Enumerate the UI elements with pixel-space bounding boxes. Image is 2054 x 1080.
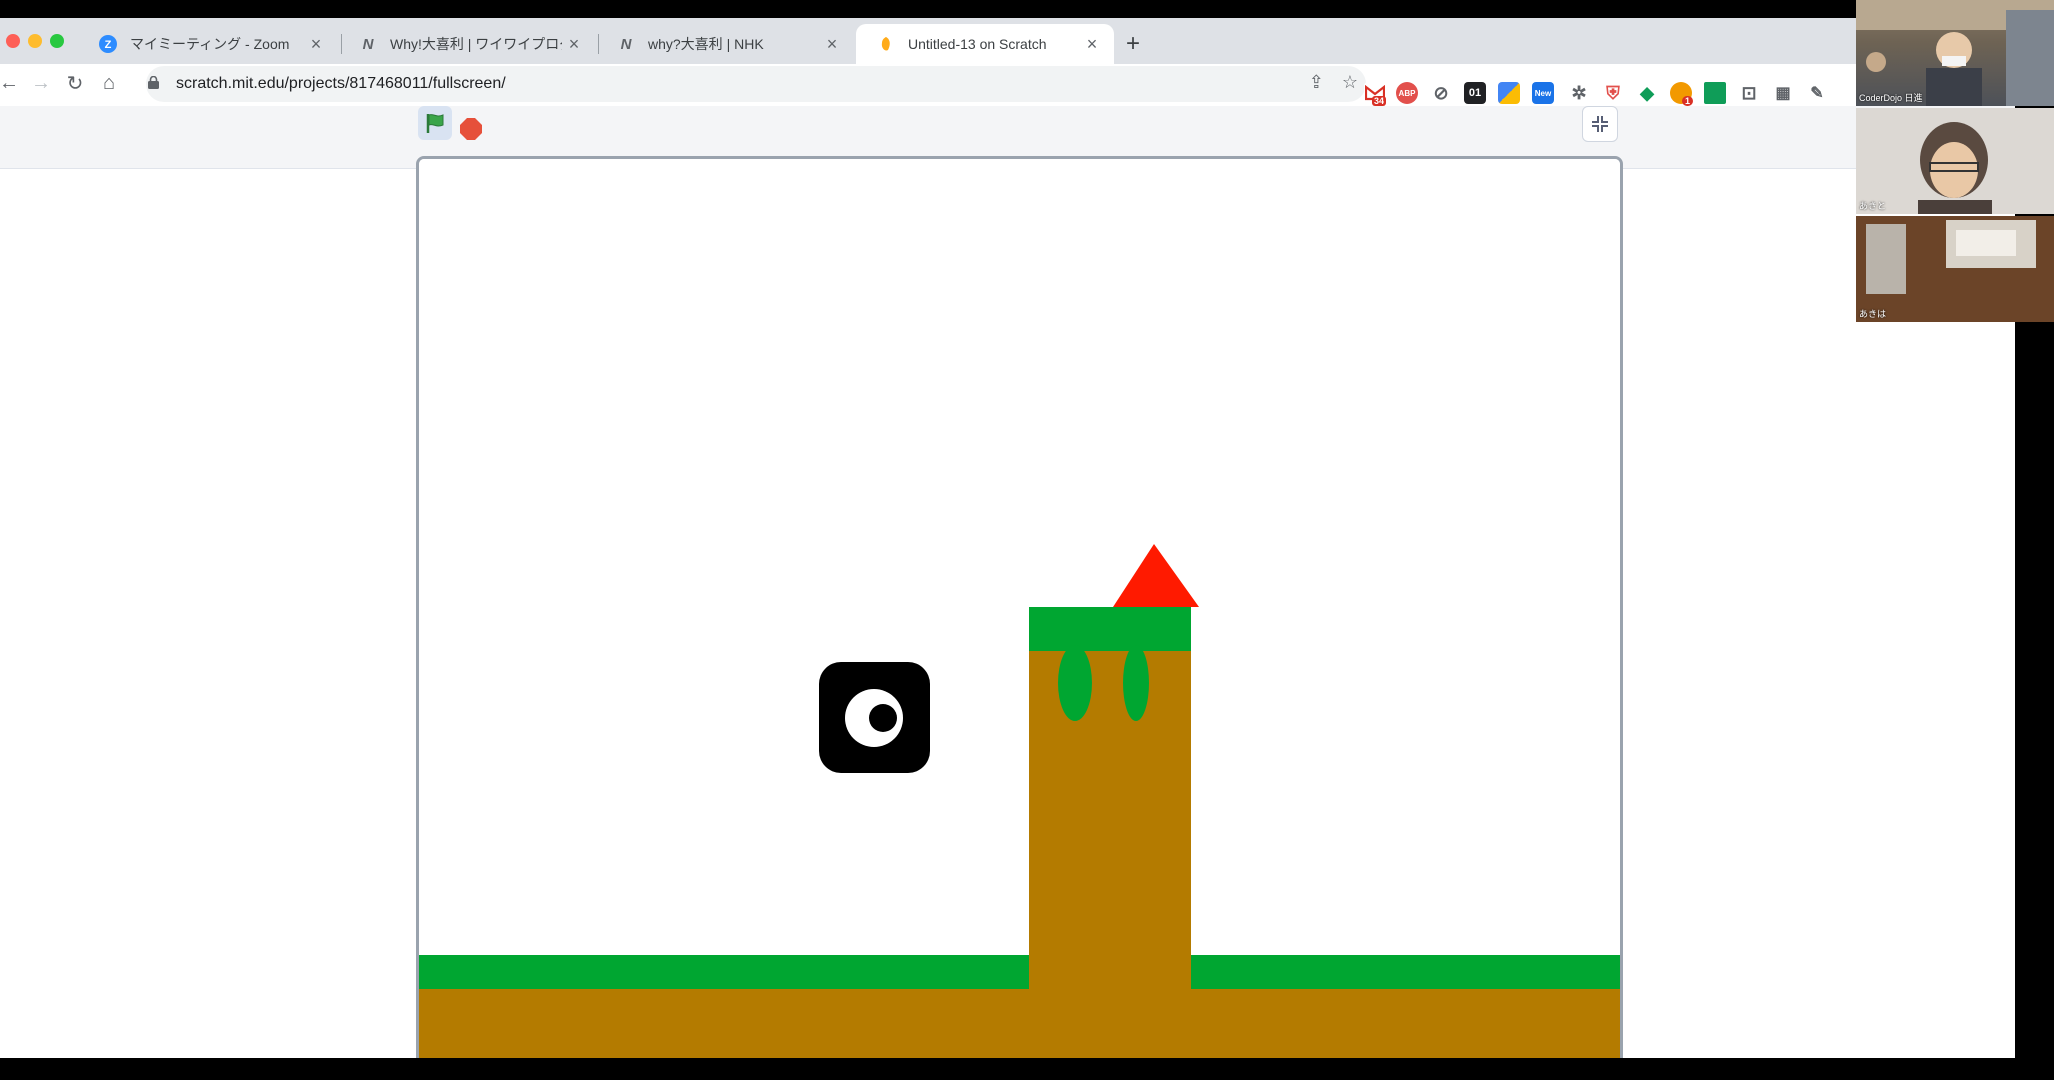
tab-close-icon[interactable]: × — [1080, 34, 1104, 55]
notification-badge: 1 — [1682, 96, 1694, 106]
tab-zoom[interactable]: Z マイミーティング - Zoom × — [78, 24, 338, 64]
green-flag-icon — [426, 114, 444, 133]
extension-label: New — [1534, 88, 1552, 98]
url-text: scratch.mit.edu/projects/817468011/fulls… — [176, 75, 506, 92]
translate-extension-icon[interactable] — [1498, 82, 1520, 104]
participant-name: あきは — [1859, 309, 1887, 319]
ground-grass-left — [419, 955, 1029, 989]
reload-icon[interactable]: ↻ — [62, 70, 88, 96]
tab-close-icon[interactable]: × — [820, 34, 844, 55]
diamond-extension-icon[interactable]: ◆ — [1636, 82, 1658, 104]
exit-fullscreen-button[interactable] — [1582, 106, 1618, 142]
adblock-extension-icon[interactable]: ABP — [1396, 82, 1418, 104]
counter-extension-icon[interactable]: 01 — [1464, 82, 1486, 104]
bookmark-star-icon[interactable]: ☆ — [1342, 72, 1358, 93]
maximize-window-button[interactable] — [50, 34, 64, 48]
new-tab-button[interactable]: + — [1126, 30, 1140, 58]
back-arrow-icon[interactable]: ← — [0, 70, 22, 96]
green-flag-button[interactable] — [418, 106, 452, 140]
ground-grass-right — [1191, 955, 1620, 989]
nhk-n-icon: N — [620, 35, 632, 53]
svg-text:Z: Z — [105, 39, 112, 51]
tab-close-icon[interactable]: × — [562, 34, 586, 55]
address-bar[interactable]: scratch.mit.edu/projects/817468011/fulls… — [146, 66, 1366, 102]
tab-title: マイミーティング - Zoom — [130, 36, 290, 52]
nhk-n-icon: N — [362, 35, 374, 53]
exit-fullscreen-icon — [1592, 116, 1608, 132]
video-tile-2[interactable]: あきと — [1856, 108, 2054, 214]
pillar-grass-drip — [1123, 645, 1149, 721]
tab-title: Untitled-13 on Scratch — [908, 36, 1047, 52]
tab-why-nhk[interactable]: N why?大喜利 | NHK × — [596, 24, 854, 64]
amazon-extension-icon[interactable]: ⊡ — [1738, 82, 1760, 104]
participant-name: CoderDojo 日進 — [1859, 93, 1923, 103]
shield-extension-icon[interactable]: ⛨ — [1602, 82, 1624, 104]
sheets-extension-icon[interactable] — [1704, 82, 1726, 104]
tab-why-oogiri[interactable]: N Why!大喜利 | ワイワイプログラミ × — [338, 24, 596, 64]
screen-bottom-bar — [0, 1058, 2054, 1080]
close-window-button[interactable] — [6, 34, 20, 48]
pillar-grass-top — [1029, 607, 1191, 651]
tab-strip: Z マイミーティング - Zoom × N Why!大喜利 | ワイワイプログラ… — [0, 18, 1856, 64]
eye-pupil — [869, 704, 897, 732]
stage-backdrop — [419, 159, 1620, 1063]
minimize-window-button[interactable] — [28, 34, 42, 48]
scratch-stage[interactable] — [416, 156, 1623, 1066]
tab-title: Why!大喜利 | ワイワイプログラミ — [390, 36, 562, 52]
gear-extension-icon[interactable]: ✲ — [1568, 82, 1590, 104]
new-extension-icon[interactable]: New — [1532, 82, 1554, 104]
tab-scratch[interactable]: Untitled-13 on Scratch × — [856, 24, 1114, 64]
lock-icon — [148, 75, 176, 92]
extension-label: 01 — [1468, 87, 1482, 99]
share-icon[interactable]: ⇪ — [1309, 72, 1324, 93]
scratch-icon — [876, 34, 896, 54]
stage-canvas — [419, 159, 1620, 1063]
home-icon[interactable]: ⌂ — [96, 70, 122, 96]
history-extension-icon[interactable]: ⊘ — [1430, 82, 1452, 104]
qr-extension-icon[interactable]: ▦ — [1772, 82, 1794, 104]
forward-arrow-icon[interactable]: → — [28, 70, 54, 96]
video-tile-3[interactable]: あきは — [1856, 216, 2054, 322]
video-tile-1[interactable]: CoderDojo 日進 — [1856, 0, 2054, 106]
participant-name: あきと — [1859, 201, 1887, 211]
pillar-grass-drip — [1058, 645, 1092, 721]
tab-title: why?大喜利 | NHK — [648, 36, 764, 52]
stop-button[interactable] — [460, 118, 482, 140]
gmail-badge: 34 — [1372, 96, 1387, 106]
tab-close-icon[interactable]: × — [304, 34, 328, 55]
stop-sign-icon — [460, 118, 482, 140]
address-bar-actions: ⇪ ☆ — [1309, 72, 1358, 93]
puzzle-extension-icon[interactable]: ✎ — [1806, 82, 1828, 104]
zoom-icon: Z — [98, 34, 118, 54]
pillar-sprite[interactable] — [1029, 607, 1191, 1057]
